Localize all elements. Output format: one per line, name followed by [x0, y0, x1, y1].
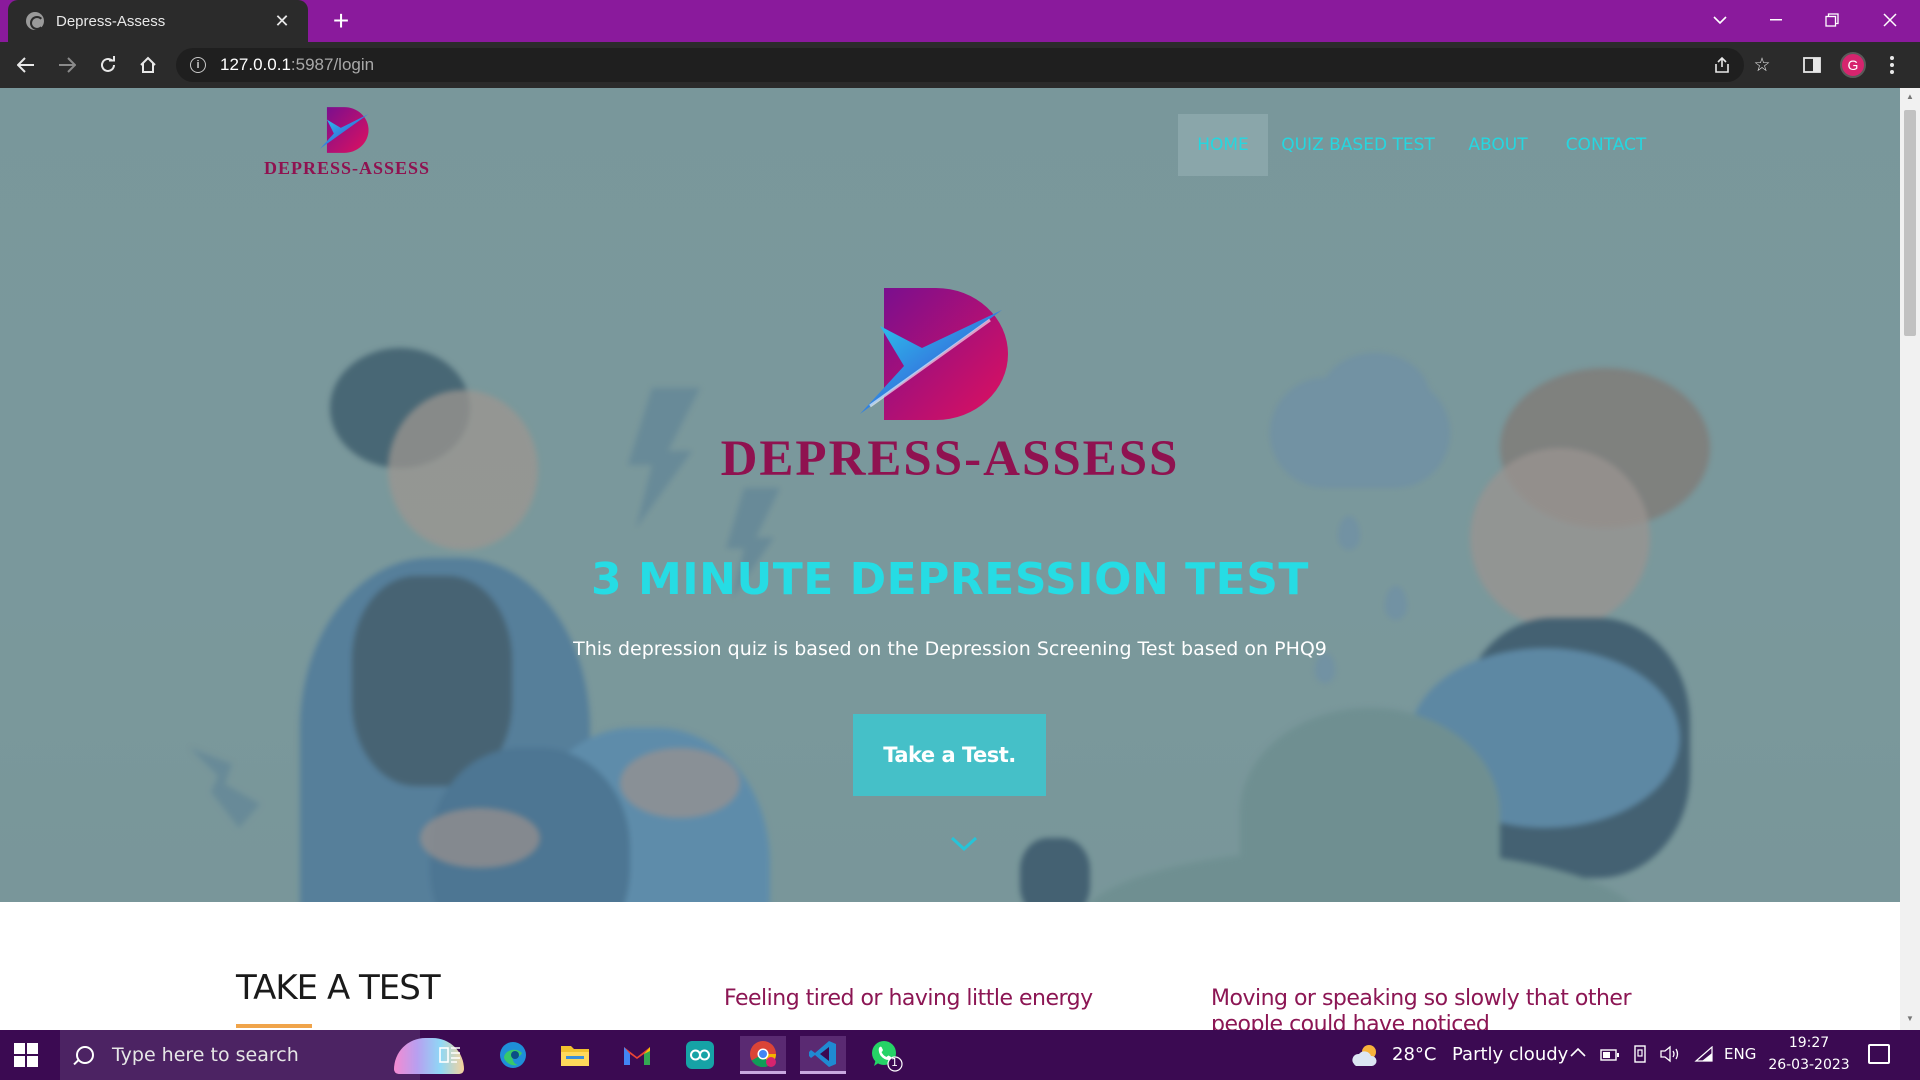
nav-contact[interactable]: CONTACT: [1556, 114, 1656, 176]
weather-description[interactable]: Partly cloudy: [1452, 1044, 1568, 1065]
whatsapp-icon[interactable]: 1: [866, 1036, 906, 1074]
address-bar[interactable]: i 127.0.0.1:5987/login: [176, 48, 1744, 82]
gmail-icon[interactable]: [617, 1036, 657, 1074]
weather-temperature[interactable]: 28°C: [1392, 1044, 1436, 1065]
profile-avatar[interactable]: G: [1840, 52, 1866, 78]
hero-subtitle: This depression quiz is based on the Dep…: [573, 638, 1327, 660]
home-button[interactable]: [132, 49, 164, 81]
share-icon[interactable]: [1706, 49, 1738, 81]
page-viewport: DEPRESS-ASSESS HOME QUIZ BASED TEST ABOU…: [0, 88, 1900, 1030]
hero-section: DEPRESS-ASSESS HOME QUIZ BASED TEST ABOU…: [0, 88, 1900, 902]
nav-about[interactable]: ABOUT: [1458, 114, 1538, 176]
device-icon[interactable]: [1632, 1045, 1648, 1067]
search-placeholder: Type here to search: [112, 1044, 299, 1066]
browser-tab-strip: Depress-Assess ✕ +: [0, 0, 1920, 42]
chrome-icon[interactable]: [740, 1036, 786, 1074]
taskbar: Type here to search 1 28°C Partly cloudy: [0, 1030, 1920, 1080]
volume-icon[interactable]: [1660, 1045, 1682, 1067]
nav-quiz-based-test[interactable]: QUIZ BASED TEST: [1278, 114, 1438, 176]
take-a-test-button[interactable]: Take a Test.: [853, 714, 1046, 796]
hero-logo-text: DEPRESS-ASSESS: [720, 431, 1180, 487]
url-path: :5987/login: [290, 55, 375, 74]
url-host: 127.0.0.1: [220, 55, 291, 74]
new-tab-button[interactable]: +: [326, 6, 356, 36]
browser-toolbar: i 127.0.0.1:5987/login ☆: [0, 42, 1920, 88]
vscode-icon[interactable]: [800, 1036, 846, 1074]
side-panel-icon[interactable]: [1796, 49, 1828, 81]
language-indicator[interactable]: ENG: [1724, 1045, 1756, 1063]
taskbar-search-box[interactable]: Type here to search: [60, 1030, 464, 1080]
clock-date[interactable]: 26-03-2023: [1764, 1057, 1854, 1073]
site-logo[interactable]: DEPRESS-ASSESS: [262, 106, 432, 180]
logo-d-icon: [860, 288, 1008, 420]
clock-time[interactable]: 19:27: [1774, 1035, 1844, 1051]
page-scrollbar[interactable]: ▲ ▼: [1900, 88, 1920, 1030]
reload-button[interactable]: [92, 49, 124, 81]
logo-text: DEPRESS-ASSESS: [263, 158, 431, 178]
kebab-menu-icon[interactable]: [1876, 49, 1908, 81]
symptom-item: Feeling tired or having little energy: [724, 986, 1093, 1011]
bookmark-star-icon[interactable]: ☆: [1746, 49, 1778, 81]
tab-title: Depress-Assess: [56, 12, 166, 30]
whatsapp-badge: 1: [891, 1056, 898, 1069]
windows-start-icon[interactable]: [14, 1043, 38, 1067]
weather-icon[interactable]: [1350, 1040, 1382, 1070]
battery-icon[interactable]: [1600, 1047, 1620, 1066]
search-icon: [76, 1046, 94, 1064]
task-view-icon[interactable]: [430, 1036, 470, 1074]
notification-center-icon[interactable]: [1868, 1044, 1890, 1064]
wifi-icon[interactable]: [1694, 1045, 1714, 1066]
hero-title: 3 MINUTE DEPRESSION TEST: [591, 554, 1309, 605]
back-button[interactable]: [10, 49, 42, 81]
arduino-icon[interactable]: [680, 1036, 720, 1074]
scroll-down-chevron-icon[interactable]: [949, 834, 979, 854]
minimize-button[interactable]: [1748, 0, 1804, 40]
forward-button[interactable]: [51, 49, 83, 81]
edge-browser-icon[interactable]: [493, 1036, 533, 1074]
scroll-up-arrow-icon[interactable]: ▲: [1905, 92, 1915, 101]
scroll-down-arrow-icon[interactable]: ▼: [1905, 1014, 1915, 1023]
hero-logo: DEPRESS-ASSESS: [700, 288, 1200, 488]
scroll-thumb[interactable]: [1904, 110, 1916, 336]
show-hidden-icons-chevron-icon[interactable]: [1570, 1042, 1586, 1061]
restore-button[interactable]: [1804, 0, 1860, 40]
section-underline: [236, 1024, 312, 1028]
close-window-button[interactable]: [1862, 0, 1918, 40]
nav-home[interactable]: HOME: [1178, 114, 1268, 176]
close-tab-icon[interactable]: ✕: [270, 11, 294, 32]
tab-search-chevron-icon[interactable]: [1692, 0, 1748, 40]
site-info-icon[interactable]: i: [190, 57, 206, 73]
section-title: TAKE A TEST: [236, 968, 441, 1008]
logo-d-icon: [320, 107, 369, 153]
globe-icon: [26, 12, 44, 30]
symptom-item: Moving or speaking so slowly that other …: [1211, 986, 1632, 1030]
file-explorer-icon[interactable]: [555, 1036, 595, 1074]
browser-tab[interactable]: Depress-Assess ✕: [8, 0, 308, 42]
